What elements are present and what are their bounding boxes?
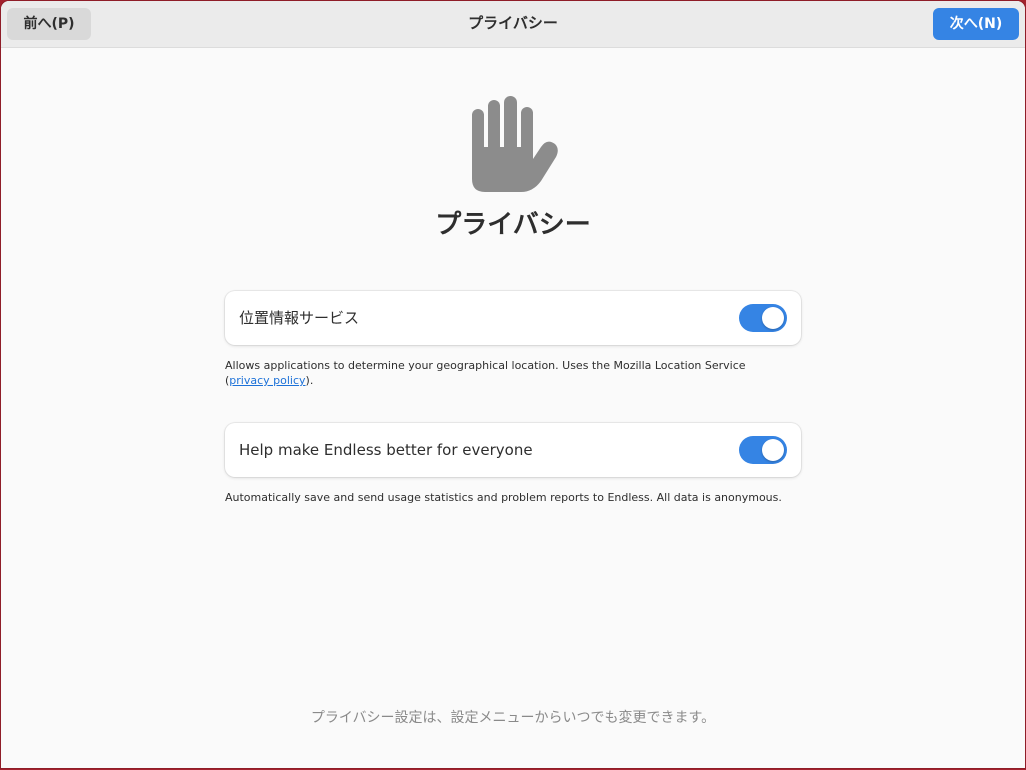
usage-metrics-description: Automatically save and send usage statis…	[225, 491, 782, 504]
location-services-switch[interactable]	[739, 304, 787, 332]
footer-note: プライバシー設定は、設定メニューからいつでも変更できます。	[310, 710, 716, 726]
location-services-label: 位置情報サービス	[239, 309, 360, 327]
page-heading: プライバシー	[435, 210, 591, 240]
header-title: プライバシー	[468, 14, 558, 32]
switch-knob	[762, 307, 784, 329]
switch-knob	[762, 439, 784, 461]
header-bar: プライバシー 前へ(P) 次へ(N)	[1, 1, 1025, 48]
location-services-row: 位置情報サービス	[225, 291, 801, 345]
privacy-window: プライバシー 前へ(P) 次へ(N) プライバシー 位置情報サービス Allow…	[1, 1, 1025, 768]
next-button[interactable]: 次へ(N)	[933, 8, 1019, 40]
location-description-suffix: ).	[305, 374, 314, 387]
privacy-policy-link[interactable]: privacy policy	[229, 374, 305, 387]
usage-metrics-label: Help make Endless better for everyone	[239, 441, 533, 459]
raised-hand-icon	[472, 96, 558, 192]
usage-metrics-switch[interactable]	[739, 436, 787, 464]
location-services-description: Allows applications to determine your ge…	[225, 358, 785, 388]
usage-metrics-row: Help make Endless better for everyone	[225, 423, 801, 477]
back-button[interactable]: 前へ(P)	[7, 8, 91, 40]
